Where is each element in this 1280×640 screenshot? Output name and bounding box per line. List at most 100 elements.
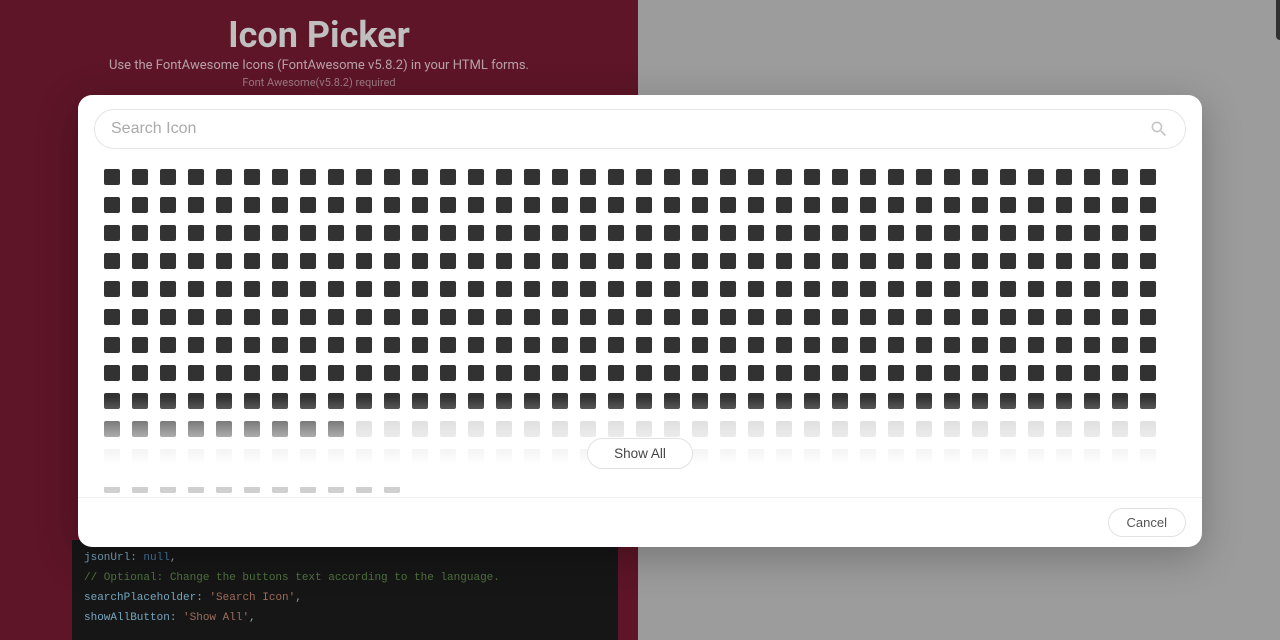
bomb-icon[interactable] (664, 253, 680, 269)
arrow-circle-down-icon[interactable] (692, 197, 708, 213)
address-book-alt-icon[interactable] (272, 169, 288, 185)
bolt-icon[interactable] (636, 253, 652, 269)
calendar-plus-icon[interactable] (888, 281, 904, 297)
dice-one-icon[interactable] (132, 449, 148, 465)
cloud-sun-icon[interactable] (636, 365, 652, 381)
apple-alt-icon[interactable] (356, 197, 372, 213)
chair-icon[interactable] (1140, 309, 1156, 325)
chalkboard-icon[interactable] (104, 337, 120, 353)
black-tie-icon[interactable] (328, 253, 344, 269)
closed-captioning-o-icon[interactable] (412, 365, 428, 381)
concierge-bell-icon[interactable] (496, 393, 512, 409)
copyright-o-icon[interactable] (748, 393, 764, 409)
arrow-circle-up-icon[interactable] (776, 197, 792, 213)
icon-icon[interactable] (1112, 449, 1128, 465)
caret-down-icon[interactable] (300, 309, 316, 325)
cart-arrow-down-icon[interactable] (664, 309, 680, 325)
angular-icon[interactable] (188, 197, 204, 213)
chart-pie-icon[interactable] (300, 337, 316, 353)
adobe-icon[interactable] (412, 169, 428, 185)
blender-icon[interactable] (384, 253, 400, 269)
chart-area-icon[interactable] (188, 337, 204, 353)
building-icon[interactable] (328, 281, 344, 297)
bread-slice-icon[interactable] (1140, 253, 1156, 269)
creative-commons-pd-alt-icon[interactable] (1028, 393, 1044, 409)
camera-retro-icon[interactable] (1056, 281, 1072, 297)
icon-icon[interactable] (244, 477, 260, 493)
blogger-icon[interactable] (496, 253, 512, 269)
cloud-sun-rain-icon[interactable] (664, 365, 680, 381)
calendar-alt-o-icon[interactable] (720, 281, 736, 297)
deviantart-icon[interactable] (916, 421, 932, 437)
creative-commons-nc-icon[interactable] (888, 393, 904, 409)
check-square-o-icon[interactable] (468, 337, 484, 353)
broom-icon[interactable] (188, 281, 204, 297)
autoprefixer-icon[interactable] (216, 225, 232, 241)
bitbucket-icon[interactable] (244, 253, 260, 269)
air-freshener-icon[interactable] (496, 169, 512, 185)
caret-square-down-icon[interactable] (384, 309, 400, 325)
creative-commons-sampling-plus-icon[interactable] (1140, 393, 1156, 409)
cog-icon[interactable] (972, 365, 988, 381)
chess-icon[interactable] (524, 337, 540, 353)
chess-queen-icon[interactable] (692, 337, 708, 353)
car-side-icon[interactable] (272, 309, 288, 325)
broadcast-tower-icon[interactable] (160, 281, 176, 297)
atlas-icon[interactable] (1140, 197, 1156, 213)
bone-icon[interactable] (692, 253, 708, 269)
bell-icon[interactable] (1000, 225, 1016, 241)
city-icon[interactable] (104, 365, 120, 381)
d-and-d-icon[interactable] (608, 421, 624, 437)
arrow-alt-circle-right-icon[interactable] (580, 197, 596, 213)
cpanel-icon[interactable] (804, 393, 820, 409)
acquisitions-incorporated-icon[interactable] (188, 169, 204, 185)
dice-d20-icon[interactable] (1084, 421, 1100, 437)
briefcase-icon[interactable] (104, 281, 120, 297)
icon-icon[interactable] (384, 477, 400, 493)
cc-discover-icon[interactable] (888, 309, 904, 325)
deskpro-icon[interactable] (832, 421, 848, 437)
chalkboard-teacher-icon[interactable] (132, 337, 148, 353)
bold-icon[interactable] (608, 253, 624, 269)
creative-commons-remix-icon[interactable] (1056, 393, 1072, 409)
copyright-icon[interactable] (720, 393, 736, 409)
apple-icon[interactable] (328, 197, 344, 213)
dribbble-icon[interactable] (1000, 449, 1016, 465)
bicycle-icon[interactable] (104, 253, 120, 269)
aviato-icon[interactable] (272, 225, 288, 241)
icon-icon[interactable] (300, 477, 316, 493)
app-store-ios-icon[interactable] (272, 197, 288, 213)
code-branch-icon[interactable] (860, 365, 876, 381)
charging-station-icon[interactable] (160, 337, 176, 353)
align-justify-icon[interactable] (580, 169, 596, 185)
battery-quarter-icon[interactable] (832, 225, 848, 241)
clone-icon[interactable] (328, 365, 344, 381)
adn-icon[interactable] (384, 169, 400, 185)
behance-icon[interactable] (944, 225, 960, 241)
comments-icon[interactable] (272, 393, 288, 409)
crosshairs-icon[interactable] (328, 421, 344, 437)
diaspora-icon[interactable] (1028, 421, 1044, 437)
creative-commons-zero-icon[interactable] (132, 421, 148, 437)
compass-o-icon[interactable] (412, 393, 428, 409)
cc-diners-club-icon[interactable] (860, 309, 876, 325)
diagnoses-icon[interactable] (1000, 421, 1016, 437)
arrow-left-icon[interactable] (832, 197, 848, 213)
cloud-moon-icon[interactable] (524, 365, 540, 381)
basketball-ball-icon[interactable] (692, 225, 708, 241)
check-circle-icon[interactable] (356, 337, 372, 353)
backspace-icon[interactable] (412, 225, 428, 241)
blind-icon[interactable] (440, 253, 456, 269)
chess-board-icon[interactable] (580, 337, 596, 353)
dragon-icon[interactable] (944, 449, 960, 465)
chess-king-icon[interactable] (608, 337, 624, 353)
cc-stripe-icon[interactable] (1000, 309, 1016, 325)
avianex-icon[interactable] (244, 225, 260, 241)
d-and-d-beyond-icon[interactable] (636, 421, 652, 437)
brain-icon[interactable] (1112, 253, 1128, 269)
app-store-icon[interactable] (244, 197, 260, 213)
chromecast-icon[interactable] (1028, 337, 1044, 353)
comment-icon[interactable] (1084, 365, 1100, 381)
buffer-icon[interactable] (272, 281, 288, 297)
bug-icon[interactable] (300, 281, 316, 297)
